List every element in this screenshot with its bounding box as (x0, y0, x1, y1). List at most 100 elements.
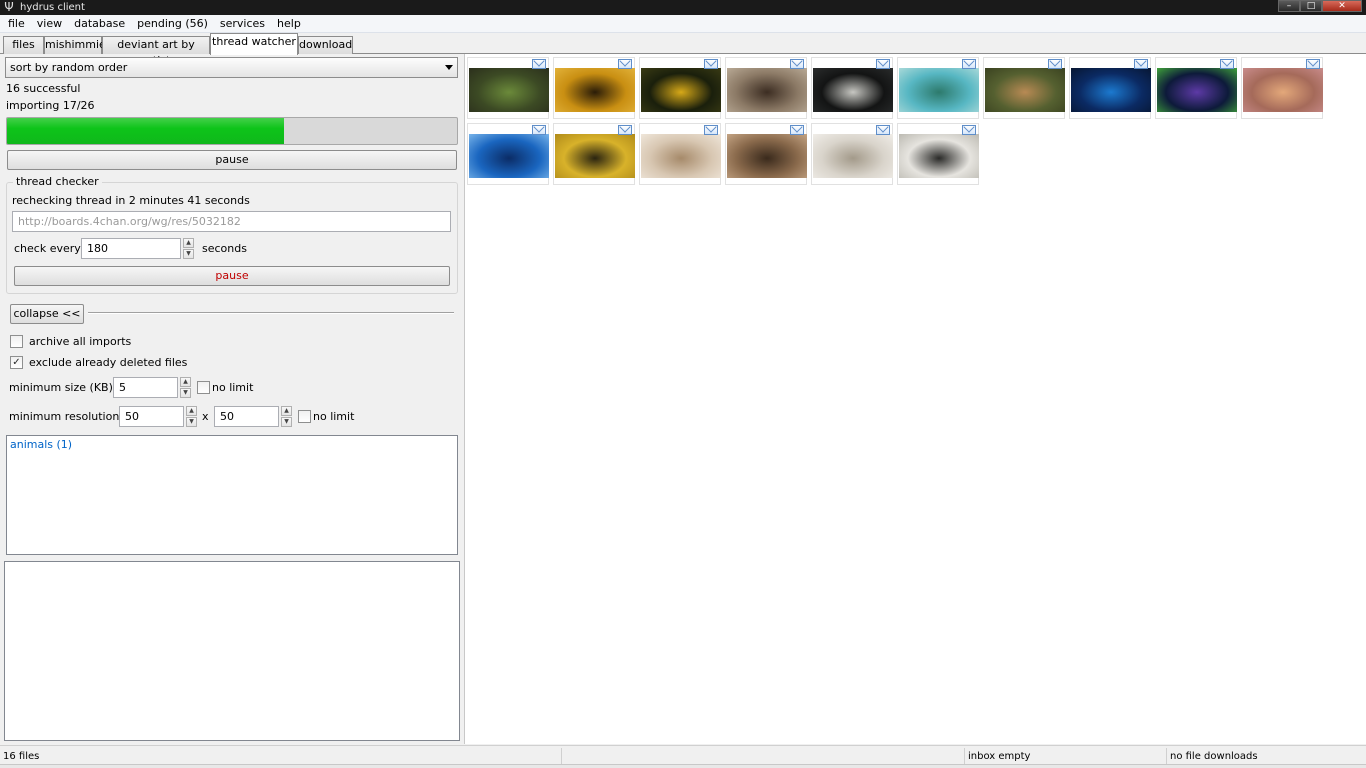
preview-canvas[interactable] (4, 561, 460, 741)
inbox-envelope-icon (1048, 59, 1062, 69)
spin-down-icon[interactable]: ▼ (186, 417, 197, 427)
hydrus-logo-icon: Ψ (4, 0, 14, 14)
archive-all-imports-checkbox[interactable] (10, 335, 23, 348)
thumbnail-image (727, 68, 807, 112)
thumbnail-image (899, 68, 979, 112)
page-tabs: files mishimmie deviant art by artist th… (0, 33, 1366, 67)
sort-dropdown-value: sort by random order (10, 61, 128, 74)
min-resolution-no-limit-label: no limit (313, 410, 355, 423)
spin-down-icon[interactable]: ▼ (183, 249, 194, 259)
minimize-icon[interactable]: – (1278, 0, 1300, 12)
status-inbox: inbox empty (965, 748, 1167, 765)
min-resolution-height-stepper[interactable]: ▲ ▼ (281, 406, 292, 427)
menu-pending[interactable]: pending (56) (131, 16, 214, 32)
close-icon[interactable]: ✕ (1322, 0, 1362, 12)
menu-file[interactable]: file (2, 16, 31, 32)
thumbnail-meerkat[interactable] (811, 123, 893, 185)
collapse-separator (88, 312, 454, 314)
window-title: hydrus client (20, 2, 85, 13)
menu-help[interactable]: help (271, 16, 307, 32)
tab-files[interactable]: files (3, 36, 44, 54)
tab-download[interactable]: download (298, 36, 353, 54)
inbox-envelope-icon (1220, 59, 1234, 69)
sort-dropdown[interactable]: sort by random order (5, 57, 458, 78)
taskbar-edge (0, 764, 1366, 768)
thumbnail-kiwi-bird[interactable] (467, 57, 549, 119)
thumbnail-grid[interactable] (464, 54, 1366, 744)
thumbnail-wasp[interactable] (553, 57, 635, 119)
inbox-envelope-icon (618, 59, 632, 69)
inbox-envelope-icon (962, 59, 976, 69)
thumbnail-image (899, 134, 979, 178)
tag-item[interactable]: animals (1) (10, 438, 72, 451)
thumbnail-bear[interactable] (725, 57, 807, 119)
import-progress-bar (6, 117, 458, 145)
thumbnail-image (469, 68, 549, 112)
spin-up-icon[interactable]: ▲ (186, 406, 197, 416)
thumbnail-image (555, 68, 635, 112)
min-size-input[interactable]: 5 (113, 377, 178, 398)
spin-up-icon[interactable]: ▲ (281, 406, 292, 416)
inbox-envelope-icon (704, 59, 718, 69)
thumbnail-image (1157, 68, 1237, 112)
tab-mishimmie[interactable]: mishimmie (44, 36, 106, 54)
min-size-stepper[interactable]: ▲ ▼ (180, 377, 191, 398)
spin-down-icon[interactable]: ▼ (180, 388, 191, 398)
thumbnail-frog[interactable] (1155, 57, 1237, 119)
resolution-x-label: x (202, 410, 209, 423)
inbox-envelope-icon (704, 125, 718, 135)
tab-thread-watcher[interactable]: thread watcher (210, 33, 298, 55)
spin-up-icon[interactable]: ▲ (180, 377, 191, 387)
thumbnail-moth[interactable] (553, 123, 635, 185)
thumbnail-wasp-face[interactable] (639, 57, 721, 119)
thumbnail-image (727, 134, 807, 178)
importing-status: importing 17/26 (6, 99, 95, 112)
tab-deviant-art-by-artist[interactable]: deviant art by artist (102, 36, 210, 67)
inbox-envelope-icon (618, 125, 632, 135)
status-empty-cell (562, 748, 965, 765)
thumbnail-fennec-fox[interactable] (639, 123, 721, 185)
thumbnail-image (1243, 68, 1323, 112)
check-period-stepper[interactable]: ▲ ▼ (183, 238, 194, 259)
status-file-count: 16 files (0, 748, 562, 765)
thumbnail-manta-ray[interactable] (467, 123, 549, 185)
checker-pause-button[interactable]: pause (14, 266, 450, 286)
min-resolution-width-stepper[interactable]: ▲ ▼ (186, 406, 197, 427)
thumbnail-polar-bear[interactable] (897, 123, 979, 185)
min-resolution-width-input[interactable]: 50 (119, 406, 184, 427)
min-resolution-height-input[interactable]: 50 (214, 406, 279, 427)
collapse-button[interactable]: collapse << (10, 304, 84, 324)
menu-bar: file view database pending (56) services… (0, 15, 1366, 33)
menu-services[interactable]: services (214, 16, 271, 32)
successful-count: 16 successful (6, 82, 81, 95)
menu-database[interactable]: database (68, 16, 131, 32)
import-pause-button[interactable]: pause (7, 150, 457, 170)
status-downloads: no file downloads (1170, 751, 1258, 762)
spin-down-icon[interactable]: ▼ (281, 417, 292, 427)
seconds-label: seconds (202, 242, 247, 255)
thumbnail-diver[interactable] (1069, 57, 1151, 119)
thumbnail-bear-paws[interactable] (725, 123, 807, 185)
thumbnail-fox[interactable] (1241, 57, 1323, 119)
inbox-envelope-icon (790, 59, 804, 69)
archive-all-imports-label: archive all imports (29, 335, 132, 348)
tag-summary-box[interactable]: animals (1) (6, 435, 458, 555)
min-size-no-limit-checkbox[interactable] (197, 381, 210, 394)
min-resolution-no-limit-checkbox[interactable] (298, 410, 311, 423)
check-period-input[interactable]: 180 (81, 238, 181, 259)
thumbnail-turtles[interactable] (897, 57, 979, 119)
maximize-icon[interactable]: □ (1300, 0, 1322, 12)
thumbnail-image (1071, 68, 1151, 112)
thread-url-field[interactable]: http://boards.4chan.org/wg/res/5032182 (12, 211, 451, 232)
spin-up-icon[interactable]: ▲ (183, 238, 194, 248)
inbox-envelope-icon (876, 125, 890, 135)
thumbnail-beluga[interactable] (811, 57, 893, 119)
management-panel: sort by random order 16 successful impor… (0, 54, 464, 744)
exclude-deleted-label: exclude already deleted files (29, 356, 188, 369)
inbox-envelope-icon (1306, 59, 1320, 69)
exclude-deleted-checkbox[interactable]: ✓ (10, 356, 23, 369)
inbox-envelope-icon (790, 125, 804, 135)
menu-view[interactable]: view (31, 16, 68, 32)
import-progress-fill (7, 118, 284, 144)
thumbnail-gecko[interactable] (983, 57, 1065, 119)
